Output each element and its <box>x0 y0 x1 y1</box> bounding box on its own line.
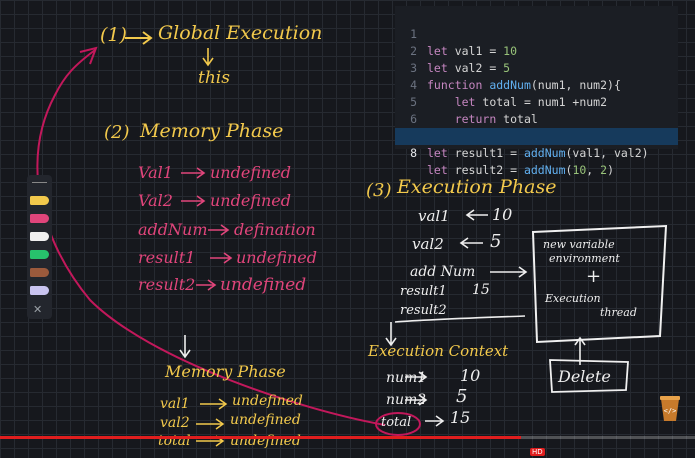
step-3-marker: (3) <box>366 180 392 201</box>
env-box-line3: Execution <box>545 292 601 305</box>
memory-row-value: undefined <box>210 163 292 182</box>
code-line: 3 function addNum(num1, num2){ <box>395 43 678 92</box>
memory-row-name: Val1 <box>138 163 173 182</box>
step-1-marker: (1) <box>100 24 127 46</box>
line-number: 8 <box>410 146 417 160</box>
global-execution-title: Global Execution <box>158 22 323 44</box>
pen-toolbar: ✕ <box>27 175 52 319</box>
coffee-cup-icon[interactable]: </> <box>658 393 682 423</box>
execution-row-name: result2 <box>400 303 447 318</box>
execution-row-value: 5 <box>490 231 502 252</box>
execution-row-name: add Num <box>410 264 476 280</box>
memory-row-name: addNum <box>138 220 208 239</box>
memory-row-name: result2 <box>138 275 196 294</box>
white-pen-icon[interactable] <box>30 232 49 241</box>
code-line-highlighted: 8 let result2 = addNum(10, 2) <box>395 128 678 177</box>
step-2-marker: (2) <box>104 122 130 143</box>
execution-row-name: val2 <box>412 235 444 253</box>
env-box-line1: new variable <box>543 238 615 251</box>
lavender-pen-icon[interactable] <box>30 286 49 295</box>
exec-context-row-value: 5 <box>456 386 468 407</box>
brown-pen-icon[interactable] <box>30 268 49 277</box>
memory-row-value: undefined <box>220 275 307 295</box>
code-line: 5 return total <box>395 77 678 126</box>
execution-context-title: Execution Context <box>368 342 509 360</box>
execution-phase-title: Execution Phase <box>397 176 557 198</box>
code-text: let result2 = addNum(10, 2) <box>427 163 615 177</box>
memory-row-name: result1 <box>138 248 196 267</box>
code-line: 7 let result1 = addNum(val1, val2) <box>395 111 678 160</box>
hd-badge[interactable]: HD <box>530 448 545 456</box>
global-this-label: this <box>198 68 230 88</box>
code-text: let result1 = addNum(val1, val2) <box>427 146 649 160</box>
execution-row-name: result1 <box>400 284 447 299</box>
memory-phase-title: Memory Phase <box>140 120 284 142</box>
env-box-line4: thread <box>600 306 637 319</box>
code-editor[interactable]: 1 let val1 = 10 2 let val2 = 5 3 functio… <box>395 6 678 177</box>
memory-row-value: undefined <box>236 248 318 267</box>
code-line: 4 let total = num1 +num2 <box>395 60 678 109</box>
close-icon[interactable]: ✕ <box>33 303 42 316</box>
exec-context-row-name: total <box>381 415 412 430</box>
green-pen-icon[interactable] <box>30 250 49 259</box>
svg-text:</>: </> <box>664 407 677 415</box>
code-line: 1 let val1 = 10 <box>395 9 678 58</box>
toolbar-divider <box>32 182 47 183</box>
exec-context-row-value: 10 <box>460 366 481 385</box>
env-box-line2: environment <box>549 252 620 265</box>
execution-row-value: 10 <box>492 205 513 224</box>
exec-context-row-name: num2 <box>386 392 427 408</box>
code-line: 6 } <box>395 94 678 143</box>
sub-memory-phase-title: Memory Phase <box>165 362 286 381</box>
memory-row-value: undefined <box>210 191 292 210</box>
sub-memory-row-value: undefined <box>232 393 303 409</box>
memory-row-name: Val2 <box>138 191 173 210</box>
exec-context-row-value: 15 <box>450 408 471 427</box>
delete-label: Delete <box>558 367 611 386</box>
sub-memory-row-value: undefined <box>230 412 301 428</box>
exec-context-row-name: num1 <box>386 370 427 386</box>
sub-memory-row-name: val1 <box>160 396 190 412</box>
execution-row-name: val1 <box>418 207 450 225</box>
sub-memory-row-name: val2 <box>160 415 190 431</box>
memory-row-value: defination <box>234 220 316 239</box>
code-line: 2 let val2 = 5 <box>395 26 678 75</box>
pink-pen-icon[interactable] <box>30 214 49 223</box>
env-box-plus: + <box>586 266 602 287</box>
yellow-pen-icon[interactable] <box>30 196 49 205</box>
execution-row-value: 15 <box>472 282 490 298</box>
video-progress-fill[interactable] <box>0 436 522 439</box>
